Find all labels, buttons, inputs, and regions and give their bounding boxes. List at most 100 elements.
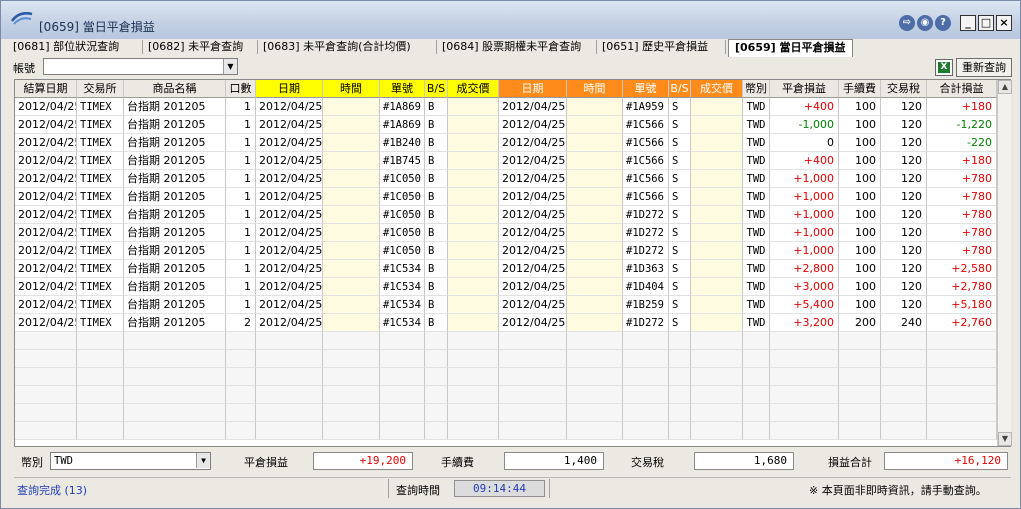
cell-exchange: TIMEX bbox=[77, 116, 124, 134]
help-icon[interactable]: ? bbox=[935, 15, 951, 31]
cell-close-bs bbox=[669, 368, 691, 386]
table-row[interactable]: 2012/04/25 TIMEX 台指期 201205 1 2012/04/25 #1C5… bbox=[15, 296, 997, 314]
cell-open-time bbox=[323, 224, 380, 242]
account-select[interactable]: ▼ bbox=[43, 58, 238, 75]
globe-icon[interactable]: ◉ bbox=[917, 15, 933, 31]
header-total-pl[interactable]: 合計損益 bbox=[927, 80, 997, 98]
table-row[interactable] bbox=[15, 332, 997, 350]
cell-open-price bbox=[448, 350, 499, 368]
excel-export-button[interactable]: X bbox=[935, 59, 953, 76]
cell-open-order-no bbox=[380, 422, 425, 440]
forward-icon[interactable]: ⇨ bbox=[899, 15, 915, 31]
table-row[interactable]: 2012/04/25 TIMEX 台指期 201205 1 2012/04/25 #1A8… bbox=[15, 116, 997, 134]
scroll-down-icon[interactable]: ▼ bbox=[998, 432, 1012, 446]
vertical-scrollbar[interactable]: ▲ ▼ bbox=[997, 80, 1012, 446]
cell-exchange bbox=[77, 404, 124, 422]
query-time-value: 09:14:44 bbox=[454, 480, 545, 497]
table-row[interactable] bbox=[15, 368, 997, 386]
chevron-down-icon[interactable]: ▼ bbox=[196, 453, 210, 468]
table-row[interactable]: 2012/04/25 TIMEX 台指期 201205 1 2012/04/25 #1C5… bbox=[15, 278, 997, 296]
cell-fee: 100 bbox=[839, 224, 881, 242]
currency-value: TWD bbox=[54, 455, 73, 467]
cell-close-date: 2012/04/25 bbox=[499, 170, 567, 188]
header-lots[interactable]: 口數 bbox=[226, 80, 256, 98]
cell-product-name: 台指期 201205 bbox=[124, 242, 226, 260]
header-close-pl[interactable]: 平倉損益 bbox=[770, 80, 839, 98]
cell-open-price bbox=[448, 260, 499, 278]
cell-open-price bbox=[448, 296, 499, 314]
cell-open-price bbox=[448, 116, 499, 134]
header-close-order-no[interactable]: 單號 bbox=[623, 80, 669, 98]
tab-0682[interactable]: [0682] 未平倉查詢 bbox=[148, 39, 243, 56]
cell-fee: 100 bbox=[839, 170, 881, 188]
chevron-down-icon[interactable]: ▼ bbox=[223, 59, 237, 74]
tab-0681[interactable]: [0681] 部位狀況查詢 bbox=[13, 39, 119, 56]
table-row[interactable]: 2012/04/25 TIMEX 台指期 201205 1 2012/04/25 #1C0… bbox=[15, 170, 997, 188]
table-row[interactable]: 2012/04/25 TIMEX 台指期 201205 1 2012/04/25 #1B7… bbox=[15, 152, 997, 170]
grand-total: +16,120 bbox=[884, 452, 1008, 470]
cell-tax: 120 bbox=[881, 242, 927, 260]
header-currency[interactable]: 幣別 bbox=[743, 80, 770, 98]
cell-open-date bbox=[256, 350, 323, 368]
table-row[interactable]: 2012/04/25 TIMEX 台指期 201205 1 2012/04/25 #1A8… bbox=[15, 98, 997, 116]
cell-close-date: 2012/04/25 bbox=[499, 206, 567, 224]
cell-lots: 1 bbox=[226, 152, 256, 170]
table-row[interactable]: 2012/04/25 TIMEX 台指期 201205 2 2012/04/25 #1C5… bbox=[15, 314, 997, 332]
table-row[interactable] bbox=[15, 350, 997, 368]
header-product-name[interactable]: 商品名稱 bbox=[124, 80, 226, 98]
tab-0684[interactable]: [0684] 股票期權未平倉查詢 bbox=[442, 39, 581, 56]
header-open-bs[interactable]: B/S bbox=[425, 80, 448, 98]
table-row[interactable]: 2012/04/25 TIMEX 台指期 201205 1 2012/04/25 #1C0… bbox=[15, 206, 997, 224]
table-row[interactable]: 2012/04/25 TIMEX 台指期 201205 1 2012/04/25 #1C0… bbox=[15, 242, 997, 260]
header-tax[interactable]: 交易稅 bbox=[881, 80, 927, 98]
cell-open-order-no: #1A869 bbox=[380, 98, 425, 116]
header-open-date[interactable]: 日期 bbox=[256, 80, 323, 98]
header-fee[interactable]: 手續費 bbox=[839, 80, 881, 98]
requery-button[interactable]: 重新查詢 bbox=[956, 58, 1012, 77]
cell-tax bbox=[881, 350, 927, 368]
header-close-date[interactable]: 日期 bbox=[499, 80, 567, 98]
cell-fee: 100 bbox=[839, 296, 881, 314]
cell-close-pl: +1,000 bbox=[770, 170, 839, 188]
cell-currency bbox=[743, 332, 770, 350]
tab-0659[interactable]: [0659] 當日平倉損益 bbox=[728, 39, 853, 57]
header-close-price[interactable]: 成交價 bbox=[691, 80, 743, 98]
cell-open-price bbox=[448, 242, 499, 260]
cell-exchange: TIMEX bbox=[77, 224, 124, 242]
cell-close-date: 2012/04/25 bbox=[499, 260, 567, 278]
header-close-time[interactable]: 時間 bbox=[567, 80, 623, 98]
scroll-up-icon[interactable]: ▲ bbox=[998, 80, 1012, 94]
status-bar: 查詢完成 (13) 查詢時間 09:14:44 ※ 本頁面非即時資訊，請手動查詢… bbox=[14, 477, 1011, 498]
header-settle-date[interactable]: 結算日期 bbox=[15, 80, 77, 98]
cell-open-order-no bbox=[380, 368, 425, 386]
table-row[interactable]: 2012/04/25 TIMEX 台指期 201205 1 2012/04/25 #1C0… bbox=[15, 224, 997, 242]
cell-close-order-no bbox=[623, 350, 669, 368]
cell-tax: 120 bbox=[881, 206, 927, 224]
cell-close-time bbox=[567, 134, 623, 152]
table-row[interactable]: 2012/04/25 TIMEX 台指期 201205 1 2012/04/25 #1C5… bbox=[15, 260, 997, 278]
table-row[interactable]: 2012/04/25 TIMEX 台指期 201205 1 2012/04/25 #1B2… bbox=[15, 134, 997, 152]
table-row[interactable]: 2012/04/25 TIMEX 台指期 201205 1 2012/04/25 #1C0… bbox=[15, 188, 997, 206]
cell-exchange: TIMEX bbox=[77, 152, 124, 170]
header-open-time[interactable]: 時間 bbox=[323, 80, 380, 98]
cell-close-date: 2012/04/25 bbox=[499, 296, 567, 314]
minimize-button[interactable]: _ bbox=[960, 15, 976, 31]
currency-select[interactable]: TWD ▼ bbox=[50, 452, 211, 470]
cell-open-date bbox=[256, 368, 323, 386]
cell-close-bs: S bbox=[669, 134, 691, 152]
header-exchange[interactable]: 交易所 bbox=[77, 80, 124, 98]
table-row[interactable] bbox=[15, 386, 997, 404]
header-open-price[interactable]: 成交價 bbox=[448, 80, 499, 98]
tab-0683[interactable]: [0683] 未平倉查詢(合計均價) bbox=[263, 39, 411, 56]
summary-bar: 幣別 TWD ▼ 平倉損益 +19,200 手續費 1,400 交易稅 1,68… bbox=[14, 450, 1011, 472]
maximize-button[interactable]: □ bbox=[978, 15, 994, 31]
tab-0651[interactable]: [0651] 歷史平倉損益 bbox=[602, 39, 708, 56]
header-open-order-no[interactable]: 單號 bbox=[380, 80, 425, 98]
table-row[interactable] bbox=[15, 404, 997, 422]
header-close-bs[interactable]: B/S bbox=[669, 80, 691, 98]
cell-close-price bbox=[691, 224, 743, 242]
table-row[interactable] bbox=[15, 422, 997, 440]
cell-close-price bbox=[691, 260, 743, 278]
fee-total: 1,400 bbox=[504, 452, 604, 470]
close-button[interactable]: × bbox=[996, 15, 1012, 31]
